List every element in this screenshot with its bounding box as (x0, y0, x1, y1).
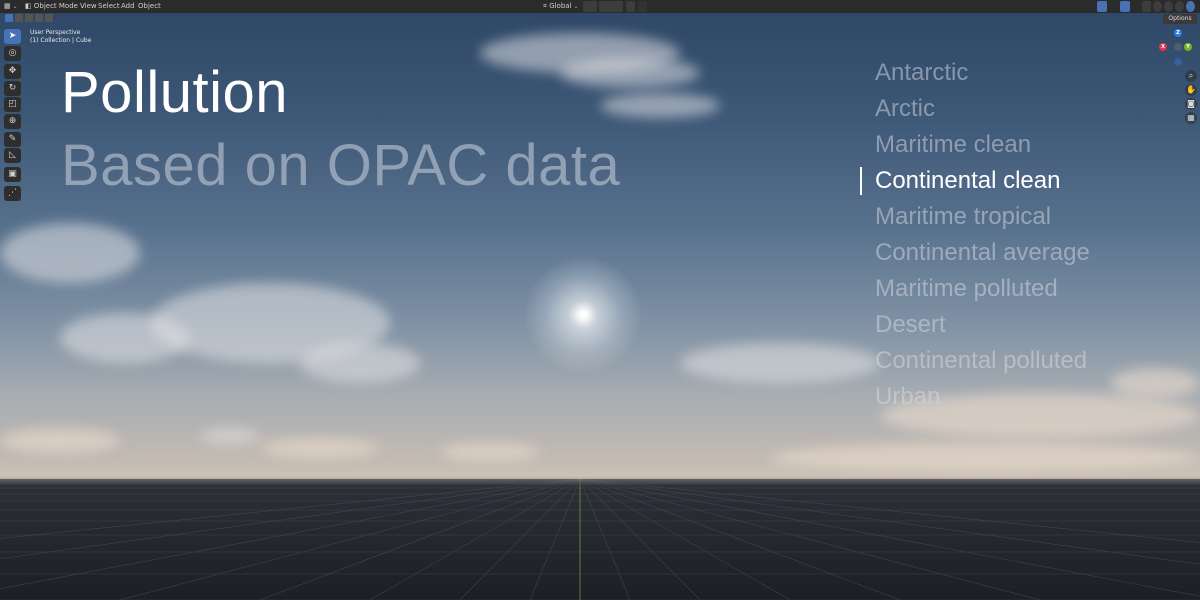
cloud (60, 313, 190, 363)
preset-item[interactable]: Continental polluted (875, 346, 1090, 382)
viewport-icon: ▦ (4, 2, 11, 10)
preset-item[interactable]: Desert (875, 310, 1090, 346)
perspective-toggle-icon[interactable]: ▦ (1185, 112, 1197, 124)
annotate-icon[interactable]: ✎ (4, 132, 21, 147)
chevron-down-icon: ⌄ (12, 3, 18, 10)
select-mode-new-icon[interactable] (5, 14, 13, 22)
camera-view-icon[interactable]: ◙ (1185, 98, 1197, 110)
gizmo-y-axis[interactable]: Y (1184, 43, 1192, 51)
measure-icon[interactable]: ◺ (4, 148, 21, 163)
preset-item[interactable]: Maritime clean (875, 130, 1090, 166)
mode-dropdown[interactable]: ◧ Object Mode ⌄ (25, 0, 85, 13)
preset-item[interactable]: Antarctic (875, 58, 1090, 94)
add-cube-icon[interactable]: ▣ (4, 167, 21, 182)
chevron-down-icon[interactable] (1109, 1, 1115, 12)
cloud (440, 443, 540, 461)
menu-object[interactable]: Object (138, 0, 161, 13)
preset-item[interactable]: Maritime tropical (875, 202, 1090, 238)
pollution-preset-list: Antarctic Arctic Maritime clean Continental… (860, 58, 1090, 418)
horizon-haze (0, 463, 1200, 485)
menu-view[interactable]: View (80, 0, 97, 13)
preset-item[interactable]: Arctic (875, 94, 1090, 130)
viewport-perspective-label: User Perspective (30, 29, 81, 36)
gizmo-x-axis[interactable]: X (1159, 43, 1167, 51)
page-subtitle: Based on OPAC data (61, 133, 621, 198)
select-mode-subtract-icon[interactable] (25, 14, 33, 22)
zoom-icon[interactable]: ⌕ (1185, 70, 1197, 82)
gizmo-neg-z-axis[interactable] (1174, 58, 1182, 66)
select-mode-intersect-icon[interactable] (45, 14, 53, 22)
move-icon[interactable]: ✥ (4, 64, 21, 79)
cloud (0, 223, 140, 283)
cloud (200, 428, 260, 444)
page-title: Pollution (61, 60, 288, 125)
transform-icon[interactable]: ⊕ (4, 114, 21, 129)
gizmo-center-icon (1174, 43, 1182, 51)
menu-add[interactable]: Add (121, 0, 135, 13)
mode-label: Object Mode (33, 2, 78, 10)
cloud (260, 438, 380, 458)
extra-icon[interactable]: ⋰ (4, 186, 21, 201)
gizmo-toggle-button[interactable] (1097, 1, 1107, 12)
snap-button[interactable] (599, 1, 623, 12)
shading-solid-icon[interactable] (1164, 1, 1173, 12)
preset-item[interactable]: Maritime polluted (875, 274, 1090, 310)
viewport-header: ▦ ⌄ ◧ Object Mode ⌄ View Select Add Object… (0, 0, 1200, 13)
rotate-icon[interactable]: ↻ (4, 81, 21, 96)
cloud (680, 343, 880, 383)
cloud (0, 428, 120, 453)
orientation-icon: ⌗ (543, 2, 547, 10)
floor-grid (0, 479, 1200, 600)
preset-item[interactable]: Continental average (875, 238, 1090, 274)
cloud (300, 343, 420, 383)
pivot-point-button[interactable] (583, 1, 597, 12)
shading-wireframe-icon[interactable] (1153, 1, 1162, 12)
cloud (600, 93, 720, 118)
shading-rendered-icon[interactable] (1186, 1, 1195, 12)
editor-type-button[interactable]: ▦ ⌄ (4, 0, 18, 13)
orientation-label: Global (549, 2, 572, 10)
scale-icon[interactable]: ◰ (4, 97, 21, 112)
viewport-collection-label: (1) Collection | Cube (30, 37, 92, 44)
select-mode-invert-icon[interactable] (35, 14, 43, 22)
sun-icon (580, 311, 587, 318)
transform-orientation-dropdown[interactable]: ⌗ Global ⌄ (543, 0, 579, 13)
cursor-icon[interactable]: ◎ (4, 46, 21, 61)
object-mode-icon: ◧ (25, 2, 32, 10)
pan-hand-icon[interactable]: ✋ (1185, 84, 1197, 96)
shading-material-icon[interactable] (1175, 1, 1184, 12)
select-box-icon[interactable]: ➤ (4, 29, 21, 44)
select-mode-extend-icon[interactable] (15, 14, 23, 22)
options-button[interactable]: Options (1163, 14, 1197, 24)
preset-item[interactable]: Urban (875, 382, 1090, 418)
overlay-toggle-button[interactable] (1120, 1, 1130, 12)
proportional-falloff-button[interactable] (638, 1, 647, 12)
menu-select[interactable]: Select (98, 0, 120, 13)
chevron-down-icon: ⌄ (573, 3, 579, 10)
xray-toggle-button[interactable] (1142, 1, 1151, 12)
visibility-icon[interactable] (1080, 1, 1094, 12)
gizmo-z-axis[interactable]: Z (1174, 29, 1182, 37)
cloud (1110, 368, 1200, 398)
preset-item-active[interactable]: Continental clean (860, 166, 1090, 202)
cloud (560, 58, 700, 88)
proportional-edit-button[interactable] (626, 1, 635, 12)
